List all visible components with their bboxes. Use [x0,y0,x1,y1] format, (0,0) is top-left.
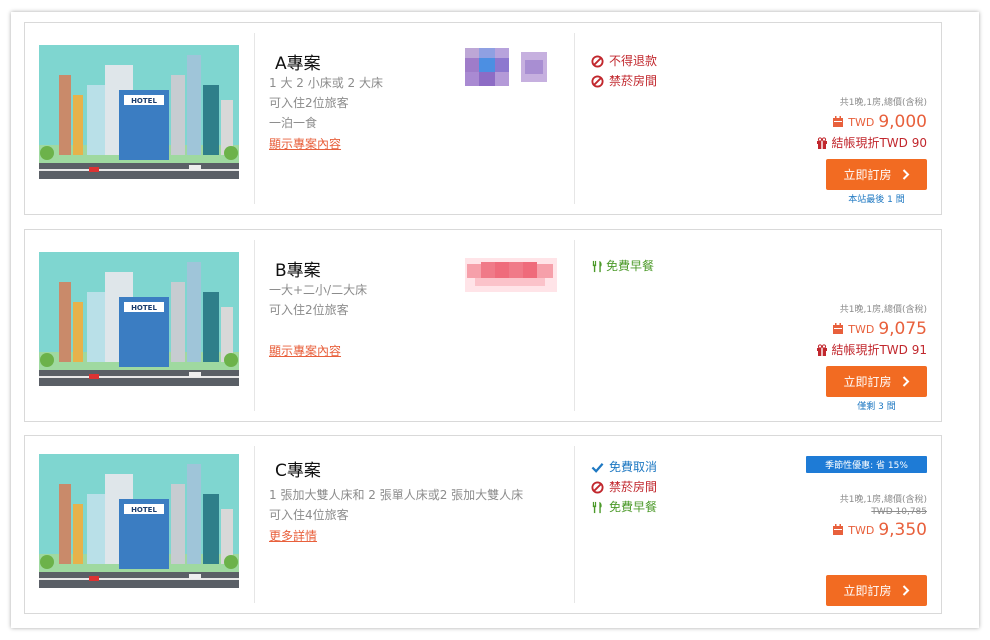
price: TWD 9,350 [832,520,927,540]
hotel-image[interactable]: HOTEL [39,252,239,386]
hotel-illustration: HOTEL [39,454,239,588]
price: TWD 9,075 [816,319,927,339]
currency: TWD [848,322,875,336]
cashback: 結帳現折TWD 91 [816,341,927,358]
bed-info: 一大+二小/二大床 [269,283,368,297]
calendar-icon [833,524,844,535]
plan-features: 免費早餐 [591,256,654,276]
chevron-right-icon [902,376,909,387]
guest-info: 可入住2位旅客 [269,96,349,110]
column-divider [574,33,575,204]
fork-knife-icon [592,501,602,513]
seasonal-discount-badge: 季節性優惠: 省 15% [806,456,927,473]
bed-info: 1 大 2 小床或 2 大床 [269,76,383,90]
check-icon [591,462,604,473]
cashback-label: 結帳現折TWD 91 [831,343,927,357]
price-note: 共1晚,1房,總價(含稅) [839,495,927,505]
feature-item: 不得退款 [591,51,657,71]
book-now-label: 立即訂房 [843,584,892,598]
feature-item: 禁菸房間 [591,477,657,497]
plan-card-c: HOTEL C專案 1 張加大雙人床和 2 張單人床或2 張加大雙人床 可入住4… [24,435,942,614]
calendar-icon [833,323,844,334]
book-now-button[interactable]: 立即訂房 [826,366,927,397]
hotel-sign: HOTEL [131,506,157,514]
column-divider [574,240,575,411]
hotel-sign: HOTEL [131,304,157,312]
no-icon [591,480,604,494]
plan-details-link[interactable]: 顯示專案內容 [269,135,341,152]
price-note: 共1晚,1房,總價(含稅) [839,98,927,108]
hotel-illustration: HOTEL [39,45,239,179]
hotel-image[interactable]: HOTEL [39,454,239,588]
book-now-button[interactable]: 立即訂房 [826,159,927,190]
plan-details: 一大+二小/二大床 可入住2位旅客 [269,280,367,320]
plan-details: 1 大 2 小床或 2 大床 可入住2位旅客 一泊一食 [269,73,383,133]
column-divider [254,446,255,603]
feature-label: 免費取消 [609,460,658,474]
gift-icon [817,136,828,149]
calendar-icon [833,116,844,127]
currency: TWD [848,523,875,537]
feature-label: 禁菸房間 [609,480,658,494]
guest-info: 可入住4位旅客 [269,508,349,522]
feature-item: 免費取消 [591,457,657,477]
column-divider [574,446,575,603]
plan-card-b: HOTEL B專案 一大+二小/二大床 可入住2位旅客 顯示專案內容 免費早餐 … [24,229,942,422]
currency: TWD [848,115,875,129]
book-now-button[interactable]: 立即訂房 [826,575,927,606]
guest-info: 可入住2位旅客 [269,303,349,317]
blurred-logo [465,48,547,86]
original-price: TWD 10,785 [871,507,927,517]
plan-title: B專案 [275,261,321,281]
stock-note: 本站最後 1 間 [848,195,905,205]
book-now-label: 立即訂房 [843,168,892,182]
plan-card-a: HOTEL A專案 1 大 2 小床或 2 大床 可入住2位旅客 一泊一食 顯示… [24,22,942,215]
feature-item: 免費早餐 [591,256,654,276]
plan-title: C專案 [275,461,321,481]
column-divider [254,240,255,411]
fork-knife-icon [592,260,602,272]
no-icon [591,54,604,68]
feature-label: 禁菸房間 [609,74,658,88]
more-details-link[interactable]: 更多詳情 [269,527,317,544]
feature-label: 免費早餐 [609,500,658,514]
feature-item: 免費早餐 [591,497,657,517]
price-block: 共1晚,1房,總價(含稅) TWD 10,785 TWD 9,350 [832,492,927,540]
price-block: 共1晚,1房,總價(含稅) TWD 9,000 結帳現折TWD 90 [816,95,927,151]
stock-note: 僅剩 3 間 [857,402,896,412]
price: TWD 9,000 [816,112,927,132]
gift-icon [817,343,828,356]
chevron-right-icon [902,169,909,180]
cashback: 結帳現折TWD 90 [816,134,927,151]
book-now-label: 立即訂房 [843,375,892,389]
plan-details: 1 張加大雙人床和 2 張單人床或2 張加大雙人床 可入住4位旅客 [269,485,523,525]
plan-features: 免費取消 禁菸房間 免費早餐 [591,457,657,517]
price-amount: 9,000 [878,112,927,132]
hotel-image[interactable]: HOTEL [39,45,239,179]
blurred-logo [465,258,557,292]
price-note: 共1晚,1房,總價(含稅) [839,305,927,315]
hotel-sign: HOTEL [131,97,157,105]
price-amount: 9,350 [878,520,927,540]
column-divider [254,33,255,204]
bed-info: 1 張加大雙人床和 2 張單人床或2 張加大雙人床 [269,488,524,502]
plan-features: 不得退款 禁菸房間 [591,51,657,91]
meal-info: 一泊一食 [269,116,318,130]
no-icon [591,74,604,88]
cashback-label: 結帳現折TWD 90 [831,136,927,150]
plan-details-link[interactable]: 顯示專案內容 [269,342,341,359]
chevron-right-icon [902,585,909,596]
feature-label: 不得退款 [609,54,658,68]
hotel-illustration: HOTEL [39,252,239,386]
feature-label: 免費早餐 [606,259,655,273]
price-amount: 9,075 [878,319,927,339]
plan-title: A專案 [275,54,321,74]
price-block: 共1晚,1房,總價(含稅) TWD 9,075 結帳現折TWD 91 [816,302,927,358]
feature-item: 禁菸房間 [591,71,657,91]
